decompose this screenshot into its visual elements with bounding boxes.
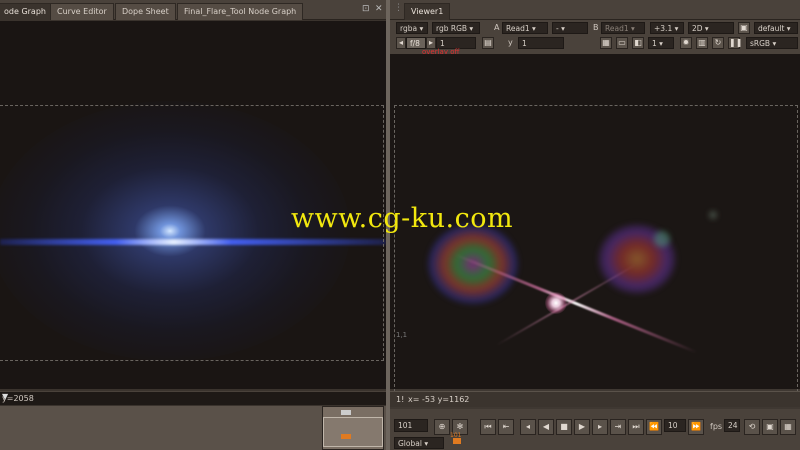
timeline-bar: 101 ⊕ ✻ ⏮ ⇤ ◂ ◀ ■ ▶ ▸ ⇥ ⏭ ⏪ 10 ⏩ fps 24 … <box>390 409 800 450</box>
histogram-icon[interactable]: ▥ <box>696 37 708 49</box>
watermark-text: www.cg-ku.com <box>291 203 514 234</box>
gamma-field[interactable]: 1 <box>518 37 564 49</box>
tab-node-graph[interactable]: ode Graph <box>0 3 53 20</box>
gain-slider-value: 1 <box>440 39 445 48</box>
playback-range-select[interactable]: Global ▾ <box>394 437 444 449</box>
left-tabbar: ode Graph Curve Editor Dope Sheet Final_… <box>0 0 386 20</box>
loop-icon[interactable]: ⟲ <box>744 419 760 435</box>
step-back-icon[interactable]: ◂ <box>520 419 536 435</box>
status-prefix: 1! <box>396 395 405 404</box>
tab-dope-sheet[interactable]: Dope Sheet <box>115 3 176 20</box>
drag-handle-icon[interactable]: ⋮ <box>394 3 403 13</box>
fps-value: 24 <box>728 421 738 430</box>
minimap-node-selected <box>341 434 351 439</box>
flare-ghost <box>654 231 670 247</box>
current-frame-field[interactable]: 101 <box>394 419 428 432</box>
input-b-select[interactable]: Read1 ▾ <box>601 22 645 34</box>
fps-label: fps <box>710 422 723 431</box>
left-status-bar: y=2058 ▼ <box>0 391 386 405</box>
pause-icon[interactable]: ❚❚ <box>728 37 742 49</box>
first-frame-icon[interactable]: ⏮ <box>480 419 496 435</box>
colorspace-value: sRGB <box>750 39 771 48</box>
gear-icon[interactable]: ✹ <box>680 37 692 49</box>
tab-curve-editor[interactable]: Curve Editor <box>50 3 114 20</box>
stop-icon[interactable]: ■ <box>556 419 572 435</box>
proxy-icon[interactable]: ◧ <box>632 37 644 49</box>
right-tabbar: ⋮ Viewer1 <box>390 0 800 20</box>
float-panel-icon[interactable]: ⊡ <box>362 4 370 14</box>
next-keyframe-icon[interactable]: ⇥ <box>610 419 626 435</box>
close-panel-icon[interactable]: ✕ <box>375 4 383 14</box>
input-a-select[interactable]: Read1 ▾ <box>502 22 548 34</box>
view-mode-select[interactable]: 2D ▾ <box>688 22 734 34</box>
roi-icon[interactable]: ▭ <box>616 37 628 49</box>
fstop-value: f/8 <box>410 39 420 48</box>
step-forward-icon[interactable]: ▸ <box>592 419 608 435</box>
gain-slider-icon[interactable]: ▤ <box>482 37 494 49</box>
compare-value: - <box>556 24 559 33</box>
input-b-value: Read1 <box>605 24 629 33</box>
channels-select[interactable]: rgba ▾ <box>396 22 428 34</box>
last-frame-icon[interactable]: ⏭ <box>628 419 644 435</box>
flare-core <box>545 292 567 314</box>
input-a-value: Read1 <box>506 24 530 33</box>
playback-range-value: Global <box>398 439 422 448</box>
options-icon[interactable]: ▦ <box>780 419 796 435</box>
cursor-coords: x= -53 y=1162 <box>408 395 470 404</box>
input-b-label: B <box>593 23 599 32</box>
flare-ghost <box>428 224 518 304</box>
channels-value: rgba <box>400 24 418 33</box>
frame-corner-label: 1,1 <box>396 331 408 339</box>
increment-field[interactable]: 10 <box>664 419 686 432</box>
minimap-node <box>341 410 351 415</box>
compare-select[interactable]: - ▾ <box>552 22 588 34</box>
gain-value: +3.1 <box>654 24 673 33</box>
refresh-icon[interactable]: ↻ <box>712 37 724 49</box>
node-graph-minimap[interactable] <box>322 406 384 450</box>
increment-value: 10 <box>668 421 678 430</box>
input-a-label: A <box>494 23 500 32</box>
gain-field[interactable]: +3.1 ▾ <box>650 22 684 34</box>
current-frame-value: 101 <box>398 421 413 430</box>
viewer-status-bar: 1! x= -53 y=1162 <box>390 391 800 407</box>
view-mode-value: 2D <box>692 24 703 33</box>
tab-final-flare-node-graph[interactable]: Final_Flare_Tool Node Graph <box>177 3 304 20</box>
chevron-down-icon[interactable]: ▼ <box>2 392 382 401</box>
skip-forward-icon[interactable]: ⏩ <box>688 419 704 435</box>
gamma-label: y <box>508 38 513 47</box>
rgb-channel-select[interactable]: rgb RGB ▾ <box>432 22 480 34</box>
colorspace-select[interactable]: sRGB ▾ <box>746 37 798 49</box>
proxy-value: 1 <box>652 39 657 48</box>
play-forward-icon[interactable]: ▶ <box>574 419 590 435</box>
skip-back-icon[interactable]: ⏪ <box>646 419 662 435</box>
proxy-select[interactable]: 1 ▾ <box>648 37 674 49</box>
lut-select[interactable]: default ▾ <box>754 22 798 34</box>
play-backward-icon[interactable]: ◀ <box>538 419 554 435</box>
fps-field[interactable]: 24 <box>724 419 740 432</box>
tab-viewer1[interactable]: Viewer1 <box>404 3 451 20</box>
rgb-channel-value: rgb RGB <box>436 24 468 33</box>
bounce-icon[interactable]: ▣ <box>762 419 778 435</box>
prev-keyframe-icon[interactable]: ⇤ <box>498 419 514 435</box>
minimap-view-rect[interactable] <box>323 417 383 447</box>
crop-icon[interactable]: ▦ <box>600 37 612 49</box>
lut-value: default <box>758 24 785 33</box>
fstop-decrease-icon[interactable]: ◂ <box>396 37 406 49</box>
gamma-value: 1 <box>522 39 527 48</box>
lock-icon[interactable]: ⊕ <box>434 419 450 435</box>
playhead-marker[interactable] <box>453 438 461 444</box>
camera-icon[interactable]: ▣ <box>738 22 750 34</box>
flare-ghost <box>709 211 717 219</box>
